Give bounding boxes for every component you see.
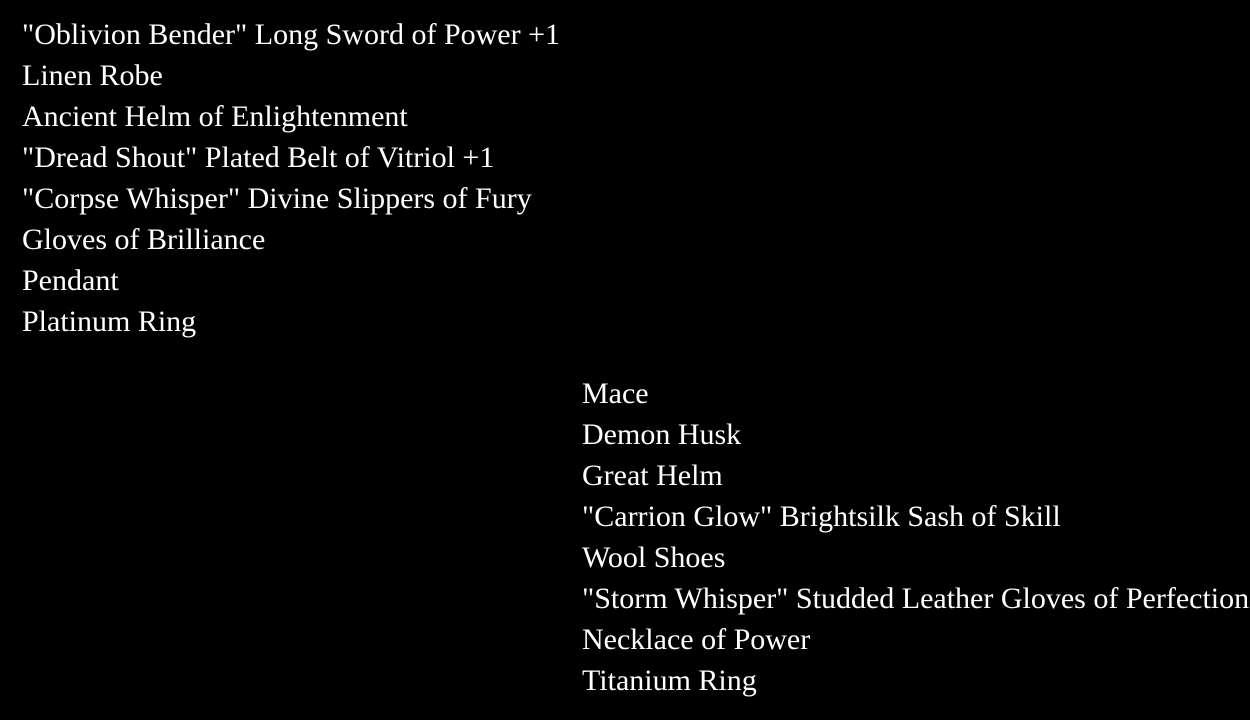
list-item[interactable]: Pendant <box>22 260 560 301</box>
list-item[interactable]: Necklace of Power <box>582 619 1249 660</box>
list-item[interactable]: Gloves of Brilliance <box>22 219 560 260</box>
list-item[interactable]: Ancient Helm of Enlightenment <box>22 96 560 137</box>
screen-root: "Oblivion Bender" Long Sword of Power +1… <box>0 0 1250 720</box>
primary-equipment-list: "Oblivion Bender" Long Sword of Power +1… <box>22 14 560 342</box>
list-item[interactable]: Titanium Ring <box>582 660 1249 701</box>
list-item[interactable]: Mace <box>582 373 1249 414</box>
list-item[interactable]: Linen Robe <box>22 55 560 96</box>
list-item[interactable]: Demon Husk <box>582 414 1249 455</box>
list-item[interactable]: Wool Shoes <box>582 537 1249 578</box>
list-item[interactable]: Platinum Ring <box>22 301 560 342</box>
list-item[interactable]: Great Helm <box>582 455 1249 496</box>
list-item[interactable]: "Storm Whisper" Studded Leather Gloves o… <box>582 578 1249 619</box>
list-item[interactable]: "Corpse Whisper" Divine Slippers of Fury <box>22 178 560 219</box>
list-item[interactable]: "Carrion Glow" Brightsilk Sash of Skill <box>582 496 1249 537</box>
list-item[interactable]: "Dread Shout" Plated Belt of Vitriol +1 <box>22 137 560 178</box>
secondary-equipment-list: Mace Demon Husk Great Helm "Carrion Glow… <box>582 373 1249 701</box>
list-item[interactable]: "Oblivion Bender" Long Sword of Power +1 <box>22 14 560 55</box>
